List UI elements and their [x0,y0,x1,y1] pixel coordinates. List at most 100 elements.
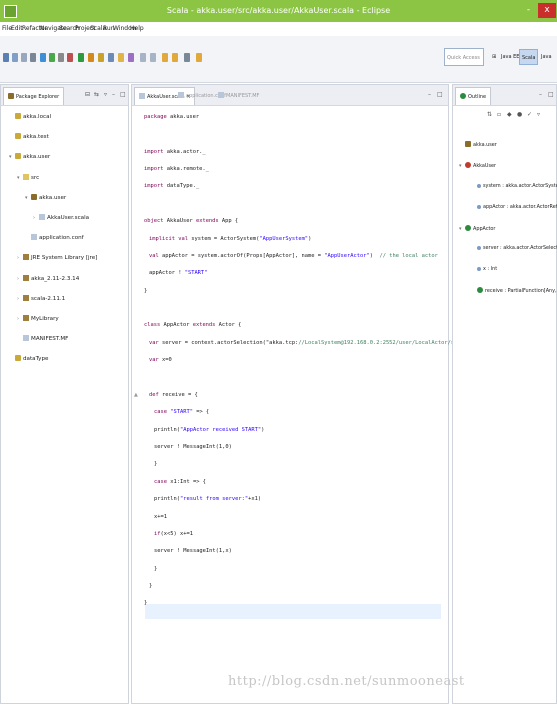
package-explorer-item[interactable]: akka.local [9,113,51,120]
editor-maximize-icon[interactable]: □ [437,91,443,98]
maximize-view-icon[interactable]: □ [120,91,126,98]
hide-fields-icon[interactable]: ▫ [497,111,501,118]
code-line[interactable]: def receive = { [149,392,198,398]
run-icon[interactable] [78,53,84,62]
code-line[interactable]: var x=0 [149,357,172,363]
view-menu-icon[interactable]: ▿ [104,91,107,98]
outline-item-label: server : akka.actor.ActorSelection [483,245,557,251]
new-class-icon[interactable] [118,53,124,62]
close-button[interactable]: x [538,3,556,18]
quick-access-input[interactable]: Quick Access [444,48,484,66]
package-explorer-item[interactable]: application.conf [25,234,84,241]
new-scala-icon[interactable] [49,53,55,62]
minimize-button[interactable]: - [521,3,536,18]
search-icon[interactable] [128,53,134,62]
collapse-all-icon[interactable]: ⊟ [85,91,90,98]
code-line[interactable]: x+=1 [154,514,167,520]
tab-package-explorer-label: Package Explorer [16,94,60,100]
code-line[interactable]: println("AppActor received START") [154,427,264,433]
code-line[interactable]: server ! MessageInt(1,0) [154,444,232,450]
code-line[interactable]: appActor ! "START" [149,270,207,276]
code-line[interactable]: println("result from server:"+x1) [154,496,261,502]
code-line[interactable]: } [149,583,152,589]
tab-package-explorer[interactable]: Package Explorer [3,87,65,105]
outline-item-label: x : Int [483,266,498,272]
code-line[interactable]: case x1:Int => { [154,479,206,485]
toggle-mark-icon[interactable] [58,53,64,62]
package-explorer-item[interactable]: MANIFEST.MF [17,335,68,342]
package-explorer-item[interactable]: dataType [9,355,48,362]
package-explorer-item[interactable]: akka.test [9,133,49,140]
outline-view-menu-icon[interactable]: ▿ [537,111,540,118]
code-line[interactable]: } [144,288,147,294]
save-icon[interactable] [12,53,18,62]
package-explorer-item[interactable]: ▾ akka.user [25,193,66,201]
link-editor-icon[interactable]: ⇆ [94,91,99,98]
link-with-editor-icon[interactable]: ✓ [527,111,532,118]
outline-item[interactable]: system : akka.actor.ActorSystem [471,183,557,189]
outline-item-label: akka.user [473,142,497,148]
hide-static-icon[interactable]: ◆ [507,111,512,118]
code-line[interactable]: } [154,461,157,467]
code-line[interactable]: import akka.remote._ [144,166,209,172]
forward-icon[interactable] [172,53,178,62]
package-explorer-item[interactable]: › JRE System Library [jre] [17,254,97,261]
code-line[interactable]: server ! MessageInt(1,x) [154,548,232,554]
code-line[interactable]: } [144,600,147,606]
menu-edit[interactable]: Edit [11,25,23,32]
open-type-icon[interactable] [40,53,46,62]
package-explorer-item[interactable]: › akka_2.11-2.3.14 [17,274,79,282]
code-line[interactable]: package akka.user [144,114,199,120]
outline-maximize-icon[interactable]: □ [548,91,554,98]
package-explorer-item[interactable]: › MyLibrary [17,315,59,322]
code-line[interactable]: class AppActor extends Actor { [144,322,241,328]
outline-item[interactable]: appActor : akka.actor.ActorRef [471,204,557,210]
sort-icon[interactable]: ⇅ [487,111,492,118]
outline-item[interactable]: receive : PartialFunction[Any,Unit] [471,287,557,294]
annotation-icon[interactable] [140,53,146,62]
new-java-project-icon[interactable] [98,53,104,62]
print-icon[interactable] [30,53,36,62]
outline-item[interactable]: akka.user [459,141,497,148]
outline-item[interactable]: server : akka.actor.ActorSelection [471,245,557,251]
code-line[interactable]: val appActor = system.actorOf(Props[AppA… [149,253,438,259]
code-line[interactable]: var server = context.actorSelection("akk… [149,340,477,346]
tab-manifest[interactable]: MANIFEST.MF [214,87,263,105]
tab-outline[interactable]: Outline [455,87,492,105]
hide-nonpublic-icon[interactable]: ● [517,111,522,118]
perspective-java[interactable]: Java [539,49,554,65]
open-perspective-button[interactable]: ⊞ [490,49,498,65]
editor-minimize-icon[interactable]: – [428,91,431,98]
outline-minimize-icon[interactable]: – [539,91,542,98]
minimize-view-icon[interactable]: – [112,91,115,98]
new-package-icon[interactable] [108,53,114,62]
last-edit-icon[interactable] [184,53,190,62]
menu-help[interactable]: Help [130,25,144,32]
object-icon [465,162,471,168]
project-icon [15,113,21,119]
new-icon[interactable] [3,53,9,62]
outline-item[interactable]: ▾ AkkaUser [459,162,496,169]
main-toolbar: Quick Access ⊞ Java EE Scala Java [0,36,557,83]
package-explorer-item[interactable]: › AkkaUser.scala [33,214,89,221]
class-icon [465,225,471,231]
outline-item[interactable]: ▾ AppActor [459,225,495,232]
code-line[interactable]: import dataType._ [144,183,199,189]
code-line[interactable]: case "START" => { [154,409,209,415]
code-line[interactable]: } [154,566,157,572]
package-explorer-item[interactable]: ▾ akka.user [9,153,50,160]
code-line[interactable]: import akka.actor._ [144,149,206,155]
outline-item[interactable]: x : Int [471,266,497,272]
external-tools-icon[interactable] [88,53,94,62]
package-explorer-item[interactable]: ▾ src [17,173,39,181]
debug-icon[interactable] [67,53,73,62]
package-explorer-item[interactable]: › scala-2.11.1 [17,294,65,302]
code-line[interactable]: implicit val system = ActorSystem("AppUs… [149,236,311,242]
code-line[interactable]: if(x<5) x+=1 [154,531,193,537]
next-annotation-icon[interactable] [150,53,156,62]
back-icon[interactable] [162,53,168,62]
pin-icon[interactable] [196,53,202,62]
perspective-scala[interactable]: Scala [519,49,539,65]
code-line[interactable]: object AkkaUser extends App { [144,218,238,224]
save-all-icon[interactable] [21,53,27,62]
